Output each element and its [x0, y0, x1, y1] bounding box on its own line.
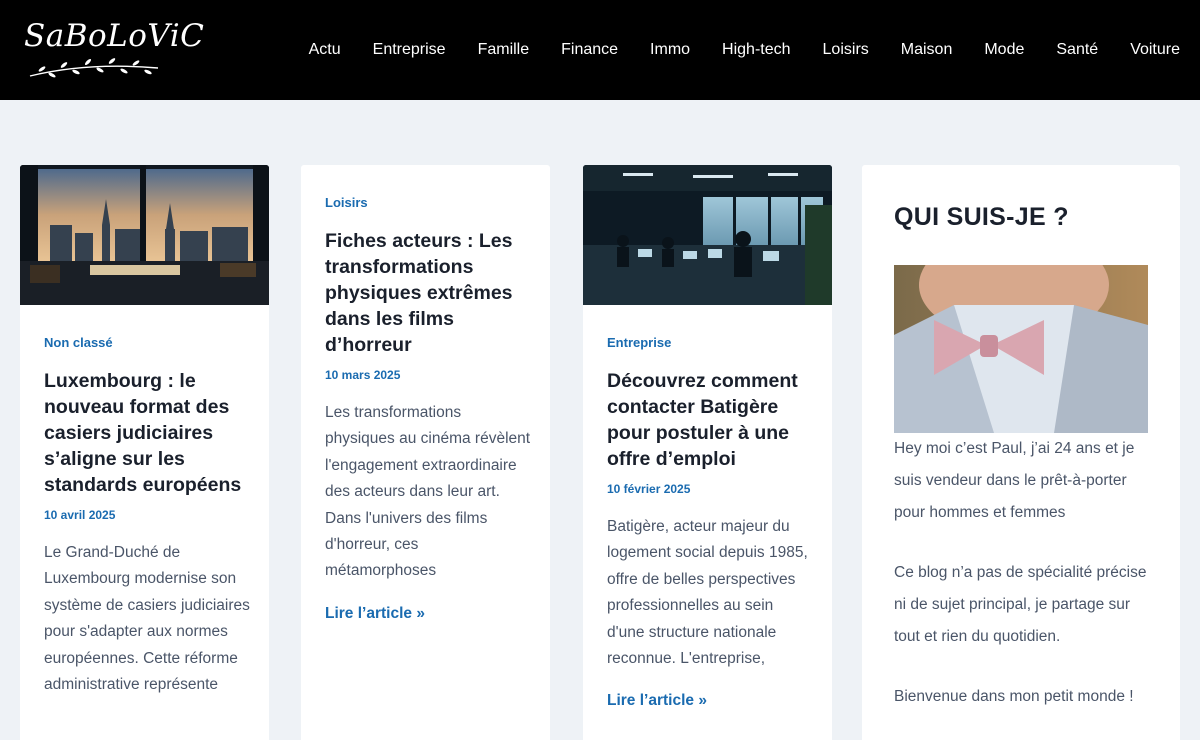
read-more-link[interactable]: Lire l’article » [607, 692, 814, 710]
post-card-luxembourg: Non classé Luxembourg : le nouveau forma… [20, 165, 269, 740]
nav-item-maison[interactable]: Maison [901, 41, 953, 59]
post-date: 10 février 2025 [607, 482, 691, 496]
post-title[interactable]: Fiches acteurs : Les transformations phy… [325, 228, 532, 358]
post-body: Non classé Luxembourg : le nouveau forma… [44, 335, 251, 698]
post-thumbnail-office-workers[interactable] [583, 165, 832, 305]
read-more-link[interactable]: Lire l’article » [325, 605, 532, 623]
about-photo-bow-tie [894, 265, 1148, 433]
about-text: Hey moi c’est Paul, j’ai 24 ans et je su… [894, 433, 1158, 740]
nav-item-loisirs[interactable]: Loisirs [823, 41, 869, 59]
nav-item-entreprise[interactable]: Entreprise [373, 41, 446, 59]
nav-item-sante[interactable]: Santé [1056, 41, 1098, 59]
post-title[interactable]: Luxembourg : le nouveau format des casie… [44, 368, 251, 498]
logo-text: SaBoLoViC [24, 18, 205, 54]
nav-item-actu[interactable]: Actu [309, 41, 341, 59]
nav-item-immo[interactable]: Immo [650, 41, 690, 59]
post-card-batigere: Entreprise Découvrez comment contacter B… [583, 165, 832, 740]
post-card-fiches-acteurs: Loisirs Fiches acteurs : Les transformat… [301, 165, 550, 740]
post-body: Entreprise Découvrez comment contacter B… [607, 335, 814, 710]
post-category[interactable]: Non classé [44, 335, 251, 350]
post-excerpt: Batigère, acteur majeur du logement soci… [607, 518, 808, 668]
site-logo[interactable]: SaBoLoViC [24, 18, 204, 82]
about-paragraph: Hey moi c’est Paul, j’ai 24 ans et je su… [894, 440, 1135, 521]
post-excerpt: Le Grand-Duché de Luxembourg modernise s… [44, 544, 250, 694]
about-paragraph: Bienvenue dans mon petit monde ! [894, 688, 1134, 705]
nav-item-mode[interactable]: Mode [984, 41, 1024, 59]
main-nav: Actu Entreprise Famille Finance Immo Hig… [277, 0, 1180, 100]
about-widget: QUI SUIS-JE ? Hey moi c’est Paul, j’ai 2… [862, 165, 1180, 740]
nav-item-voiture[interactable]: Voiture [1130, 41, 1180, 59]
post-title[interactable]: Découvrez comment contacter Batigère pou… [607, 368, 814, 472]
logo-branch-icon [29, 58, 159, 78]
post-date: 10 mars 2025 [325, 368, 401, 382]
about-title: QUI SUIS-JE ? [894, 203, 1069, 231]
about-paragraph: Ce blog n’a pas de spécialité précise ni… [894, 564, 1147, 645]
post-excerpt: Les transformations physiques au cinéma … [325, 404, 531, 580]
post-thumbnail-luxembourg-office[interactable] [20, 165, 269, 305]
post-date: 10 avril 2025 [44, 508, 116, 522]
post-category[interactable]: Loisirs [325, 195, 532, 210]
post-category[interactable]: Entreprise [607, 335, 814, 350]
post-body: Loisirs Fiches acteurs : Les transformat… [325, 195, 532, 623]
nav-item-high-tech[interactable]: High-tech [722, 41, 790, 59]
nav-item-famille[interactable]: Famille [478, 41, 530, 59]
site-header: SaBoLoViC Actu Entreprise Famille Financ… [0, 0, 1200, 100]
nav-item-finance[interactable]: Finance [561, 41, 618, 59]
